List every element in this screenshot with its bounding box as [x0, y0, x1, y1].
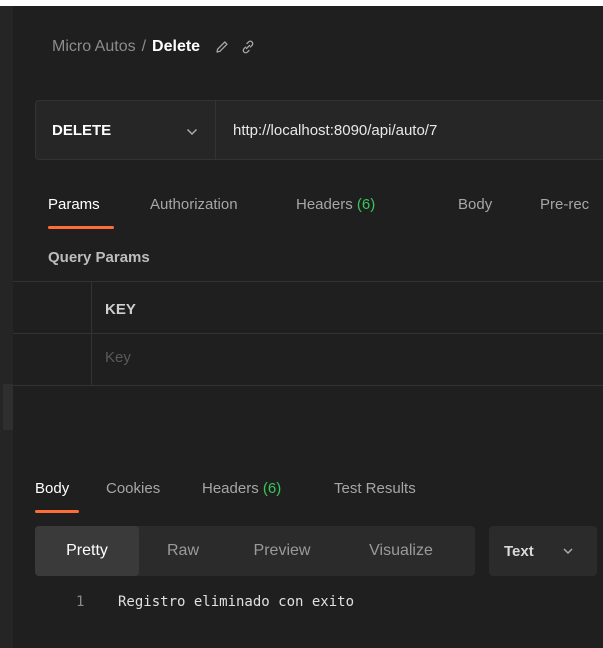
method-label: DELETE	[52, 121, 112, 139]
tab-pre-request-script[interactable]: Pre-rec	[540, 196, 589, 213]
tab-headers[interactable]: Headers (6)	[296, 196, 375, 213]
tab-params[interactable]: Params	[48, 196, 100, 213]
format-type-label: Text	[504, 542, 534, 560]
divider	[13, 385, 603, 386]
format-tabs: Pretty Raw Preview Visualize	[35, 526, 475, 576]
breadcrumb-separator: /	[141, 38, 147, 55]
response-body-editor[interactable]: 1 Registro eliminado con exito	[76, 594, 354, 610]
breadcrumb-collection[interactable]: Micro Autos	[52, 38, 136, 56]
tab-body[interactable]: Body	[458, 196, 492, 213]
tab-response-body[interactable]: Body	[35, 480, 69, 497]
active-tab-indicator	[48, 226, 114, 229]
chevron-down-icon	[187, 129, 197, 135]
breadcrumb: Micro Autos / Delete	[52, 38, 256, 56]
line-number: 1	[76, 594, 85, 610]
query-params-title: Query Params	[48, 249, 150, 266]
url-input[interactable]: http://localhost:8090/api/auto/7	[233, 101, 437, 159]
link-icon[interactable]	[240, 39, 256, 55]
pencil-icon[interactable]	[214, 39, 230, 55]
key-input[interactable]: Key	[105, 349, 131, 366]
sidebar-resize-handle[interactable]	[3, 384, 13, 430]
left-edge	[0, 6, 13, 648]
breadcrumb-request-name[interactable]: Delete	[152, 38, 200, 56]
format-preview[interactable]: Preview	[227, 526, 337, 576]
response-headers-count: (6)	[262, 480, 282, 497]
format-raw[interactable]: Raw	[139, 526, 227, 576]
response-text: Registro eliminado con exito	[118, 594, 355, 610]
postman-window: Micro Autos / Delete DELETE http://local…	[0, 6, 603, 648]
format-type-select[interactable]: Text	[489, 526, 597, 576]
divider	[13, 281, 603, 282]
url-bar: DELETE http://localhost:8090/api/auto/7	[35, 100, 603, 160]
format-pretty[interactable]: Pretty	[35, 526, 139, 576]
tab-test-results[interactable]: Test Results	[334, 480, 416, 497]
divider	[13, 333, 603, 334]
tab-cookies[interactable]: Cookies	[106, 480, 160, 497]
headers-count: (6)	[356, 196, 376, 213]
format-visualize[interactable]: Visualize	[337, 526, 465, 576]
method-select[interactable]: DELETE	[36, 101, 216, 159]
tab-response-headers[interactable]: Headers (6)	[202, 480, 281, 497]
column-divider	[91, 281, 92, 385]
active-response-tab-indicator	[35, 510, 79, 513]
chevron-down-icon	[563, 548, 573, 554]
tab-authorization[interactable]: Authorization	[150, 196, 238, 213]
key-column-header: KEY	[105, 301, 136, 318]
